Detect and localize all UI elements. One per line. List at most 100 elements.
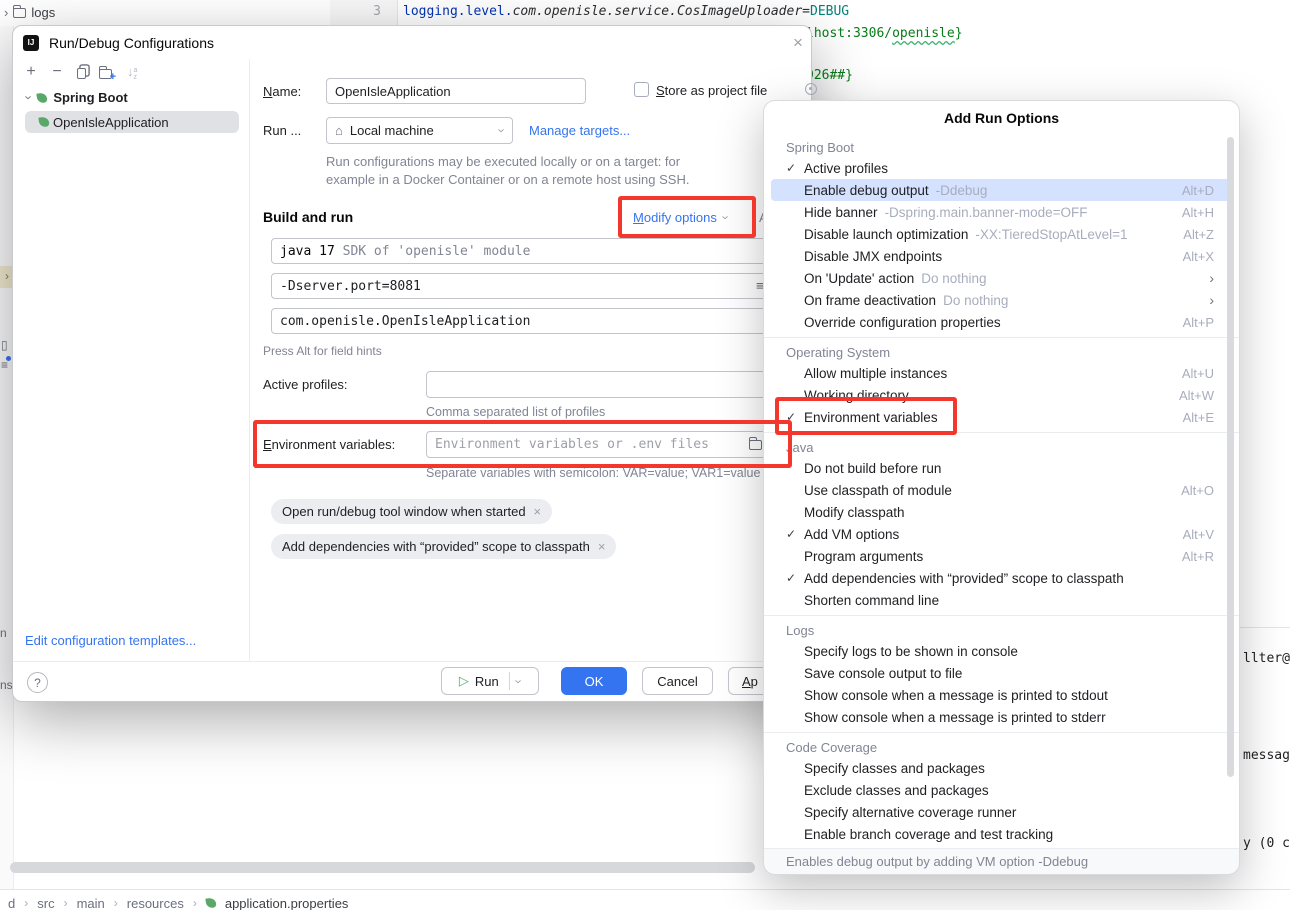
menu-item[interactable]: Enable debug output -Ddebug Alt+D (771, 179, 1232, 201)
env-hint: Separate variables with semicolon: VAR=v… (426, 466, 760, 480)
menu-separator (764, 615, 1239, 616)
menu-item[interactable]: Hide banner -Dspring.main.banner-mode=OF… (771, 201, 1232, 223)
tag-close-icon[interactable]: × (598, 539, 606, 554)
annotation-rect-environment-variables-field (253, 420, 792, 468)
popup-scrollbar[interactable] (1227, 137, 1234, 777)
chevron-right-icon: › (114, 896, 118, 910)
chevron-down-icon[interactable]: › (511, 679, 526, 683)
breadcrumb-item[interactable]: d (8, 896, 15, 910)
todo-list-icon[interactable]: ≡ (1, 358, 8, 372)
chevron-right-icon: › (64, 896, 68, 910)
edit-configuration-templates-link[interactable]: Edit configuration templates... (25, 633, 196, 648)
menu-item[interactable]: Disable JMX endpoints Alt+X (771, 245, 1232, 267)
panel-divider (249, 59, 250, 661)
option-tag-provided-scope[interactable]: Add dependencies with “provided” scope t… (271, 534, 616, 559)
folder-label: logs (31, 5, 55, 20)
annotation-rect-modify-options (618, 196, 756, 238)
menu-separator (764, 337, 1239, 338)
tree-group-spring-boot[interactable]: › Spring Boot (27, 90, 128, 105)
menu-item[interactable]: On 'Update' action Do nothing › (771, 267, 1232, 289)
active-profiles-input[interactable] (426, 371, 809, 398)
new-folder-icon[interactable] (99, 69, 112, 79)
tree-group-label: Spring Boot (53, 90, 127, 105)
spring-boot-icon (205, 897, 216, 908)
vm-options-field[interactable]: -Dserver.port=8081 ≡ (271, 273, 801, 299)
menu-item[interactable]: ✓ Add dependencies with “provided” scope… (771, 567, 1232, 589)
menu-item[interactable]: ✓ Active profiles (771, 157, 1232, 179)
manage-targets-link[interactable]: Manage targets... (529, 123, 630, 138)
menu-item[interactable]: Use classpath of module Alt+O (771, 479, 1232, 501)
menu-item[interactable]: Specify classes and packages (771, 757, 1232, 779)
build-and-run-heading: Build and run (263, 209, 353, 225)
run-target-select[interactable]: ⌂ Local machine › (326, 117, 513, 144)
chevron-right-icon: › (24, 896, 28, 910)
menu-item[interactable]: Override configuration properties Alt+P (771, 311, 1232, 333)
console-fragment: y (0 co (1243, 836, 1290, 851)
check-icon: ✓ (786, 161, 804, 175)
close-icon[interactable]: × (787, 32, 809, 54)
menu-item[interactable]: Do not build before run (771, 457, 1232, 479)
console-horizontal-scrollbar[interactable] (10, 862, 755, 873)
home-icon: ⌂ (335, 123, 343, 138)
menu-item[interactable]: Disable launch optimization -XX:TieredSt… (771, 223, 1232, 245)
help-icon[interactable]: ? (27, 672, 48, 693)
breadcrumb-item[interactable]: src (37, 896, 54, 910)
menu-item[interactable]: Enable branch coverage and test tracking (771, 823, 1232, 845)
breadcrumb-file[interactable]: application.properties (225, 896, 349, 910)
menu-item[interactable]: Show console when a message is printed t… (771, 706, 1232, 728)
menu-item[interactable]: Program arguments Alt+R (771, 545, 1232, 567)
menu-item[interactable]: Specify alternative coverage runner (771, 801, 1232, 823)
menu-item[interactable]: Save console output to file (771, 662, 1232, 684)
ok-button[interactable]: OK (561, 667, 627, 695)
cancel-button[interactable]: Cancel (642, 667, 713, 695)
menu-separator (764, 732, 1239, 733)
tag-close-icon[interactable]: × (534, 504, 542, 519)
footer-divider (13, 661, 811, 662)
bookmarks-icon[interactable]: ▯ (1, 338, 8, 352)
gear-icon[interactable] (805, 83, 817, 95)
intellij-logo-icon: IJ (23, 35, 39, 51)
editor-code-fragment: lhost:3306/openisle} (806, 26, 963, 41)
active-profiles-label: Active profiles: (263, 377, 348, 392)
main-class-field[interactable]: com.openisle.OpenIsleApplication (271, 308, 801, 334)
run-button[interactable]: ▷ Run › (441, 667, 539, 695)
menu-item[interactable]: Modify classpath (771, 501, 1232, 523)
project-tree-row-logs[interactable]: › logs (4, 5, 55, 20)
annotation-rect-environment-variables-option (775, 397, 957, 435)
copy-configuration-icon[interactable] (77, 68, 86, 79)
popup-title: Add Run Options (764, 101, 1239, 137)
menu-item[interactable]: ✓ Add VM options Alt+V (771, 523, 1232, 545)
chevron-down-icon: › (22, 95, 37, 99)
run-debug-configurations-dialog: IJ Run/Debug Configurations × + − ↓az › … (12, 25, 812, 702)
name-input[interactable]: OpenIsleApplication (326, 78, 586, 104)
breadcrumb-item[interactable]: main (77, 896, 105, 910)
store-as-project-file-label: Store as project file (656, 83, 767, 98)
check-icon: ✓ (786, 571, 804, 585)
chevron-down-icon: › (494, 128, 509, 132)
dialog-title: Run/Debug Configurations (49, 35, 214, 51)
spring-boot-icon (38, 116, 49, 127)
popup-menu-list: Spring Boot ✓ Active profiles Enable deb… (764, 137, 1239, 845)
menu-item[interactable]: Allow multiple instances Alt+U (771, 362, 1232, 384)
console-fragment: messagi (1243, 748, 1290, 763)
sort-configurations-icon[interactable]: ↓az (127, 64, 137, 81)
menu-section-header: Java (764, 437, 1239, 457)
menu-section-header: Logs (764, 620, 1239, 640)
run-play-icon: ▷ (459, 673, 469, 689)
menu-item[interactable]: Exclude classes and packages (771, 779, 1232, 801)
jdk-field[interactable]: java 17 SDK of 'openisle' module (271, 238, 801, 264)
menu-item[interactable]: On frame deactivation Do nothing › (771, 289, 1232, 311)
editor-code-line: logging.level.com.openisle.service.CosIm… (403, 4, 849, 19)
breadcrumb-item[interactable]: resources (127, 896, 184, 910)
console-fragment: llter@c (1243, 651, 1290, 666)
tree-item-openisleapplication[interactable]: OpenIsleApplication (25, 111, 239, 133)
store-as-project-file-checkbox[interactable] (634, 82, 649, 97)
option-tag-open-tool-window[interactable]: Open run/debug tool window when started× (271, 499, 552, 524)
menu-item[interactable]: Show console when a message is printed t… (771, 684, 1232, 706)
menu-section-header: Code Coverage (764, 737, 1239, 757)
menu-item[interactable]: Shorten command line (771, 589, 1232, 611)
remove-configuration-icon[interactable]: − (47, 62, 67, 82)
panel-divider (1240, 627, 1290, 628)
add-configuration-icon[interactable]: + (21, 62, 41, 82)
menu-item[interactable]: Specify logs to be shown in console (771, 640, 1232, 662)
